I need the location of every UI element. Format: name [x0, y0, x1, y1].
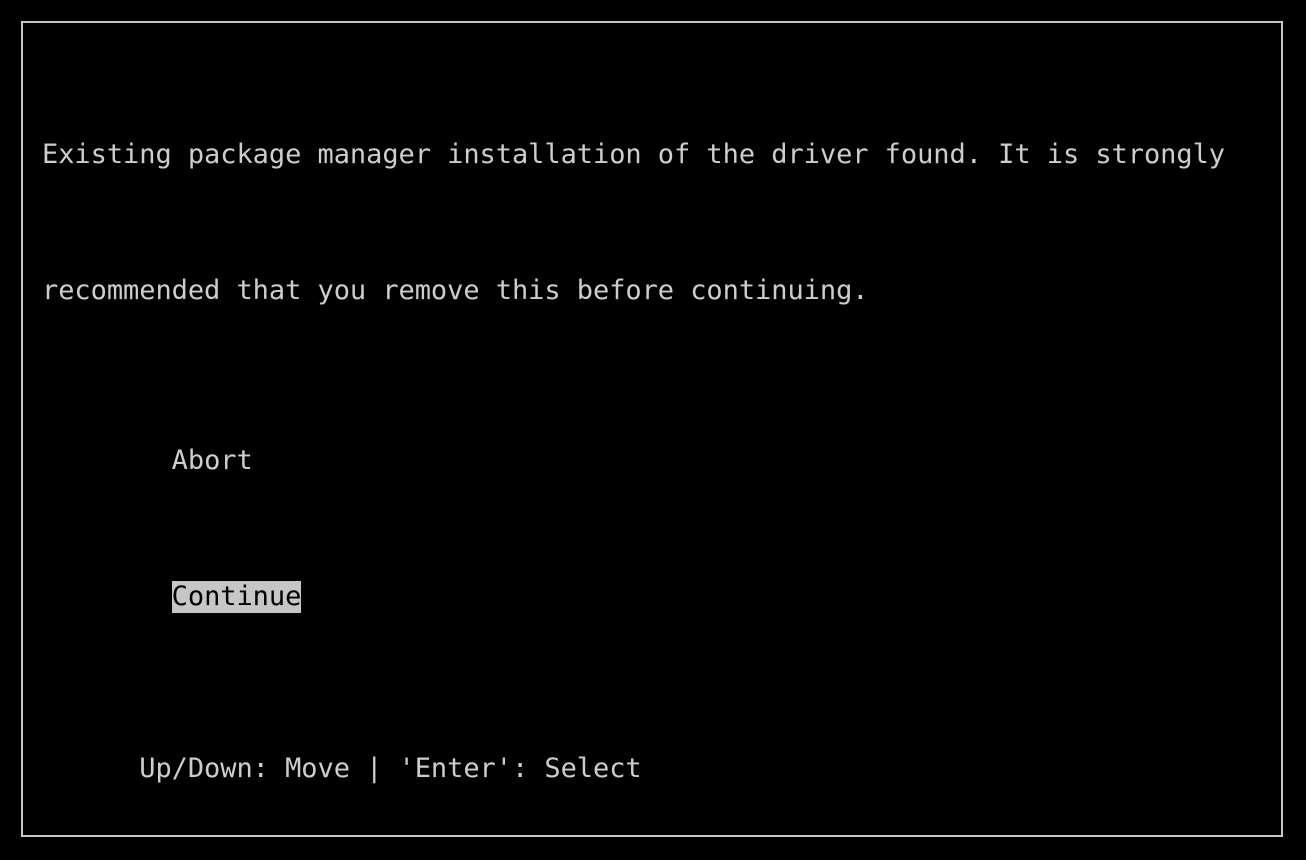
menu-row-continue[interactable]: Continue [42, 546, 1277, 580]
terminal-screen: Existing package manager installation of… [0, 0, 1306, 860]
status-bar-text: Up/Down: Move | 'Enter': Select [139, 753, 641, 784]
message-line-2: recommended that you remove this before … [42, 274, 1277, 308]
message-line-1: Existing package manager installation of… [42, 138, 1277, 172]
menu-row-abort[interactable]: Abort [42, 410, 1277, 444]
status-bar: Up/Down: Move | 'Enter': Select [42, 721, 642, 817]
menu-item-continue[interactable]: Continue [172, 581, 302, 613]
menu-item-abort[interactable]: Abort [172, 445, 253, 477]
tui-window-frame: Existing package manager installation of… [21, 21, 1283, 837]
tui-content-area: Existing package manager installation of… [42, 36, 1277, 831]
